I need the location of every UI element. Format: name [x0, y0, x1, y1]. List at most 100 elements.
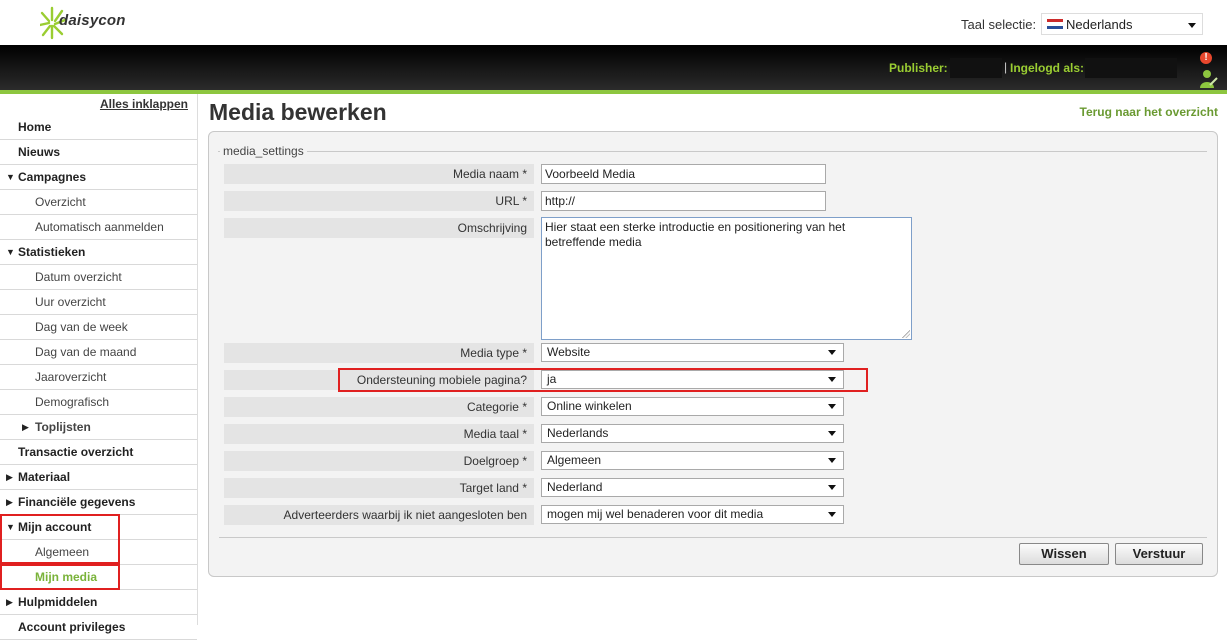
- user-icon[interactable]: [1198, 69, 1218, 89]
- sidebar-item-campagnes[interactable]: ▼ Campagnes: [0, 165, 197, 190]
- category-select[interactable]: Online winkelen: [541, 397, 844, 416]
- target-country-select[interactable]: Nederland: [541, 478, 844, 497]
- sidebar-item-label: Toplijsten: [35, 420, 91, 434]
- sidebar-item-nieuws[interactable]: Nieuws: [0, 140, 197, 165]
- fieldset-legend: media_settings: [220, 144, 307, 158]
- category-value: Online winkelen: [547, 399, 632, 413]
- media-type-value: Website: [547, 345, 591, 359]
- chevron-down-icon: [828, 350, 836, 355]
- sidebar-item-dag-van-de-maand[interactable]: Dag van de maand: [0, 340, 197, 365]
- url-label: URL *: [224, 191, 534, 211]
- dutch-flag-icon: [1047, 19, 1063, 29]
- chevron-down-icon: [828, 485, 836, 490]
- sidebar-item-hulpmiddelen[interactable]: ▶ Hulpmiddelen: [0, 590, 197, 615]
- sidebar-item-uur-overzicht[interactable]: Uur overzicht: [0, 290, 197, 315]
- sidebar-item-datum-overzicht[interactable]: Datum overzicht: [0, 265, 197, 290]
- sidebar-item-label: Home: [18, 120, 52, 134]
- logo-text[interactable]: daisycon: [59, 12, 126, 29]
- sidebar-item-label: Materiaal: [18, 470, 71, 484]
- sidebar-item-label: Dag van de maand: [35, 345, 137, 359]
- submit-button[interactable]: Verstuur: [1115, 543, 1203, 565]
- target-group-label: Doelgroep *: [224, 451, 534, 471]
- target-group-value: Algemeen: [547, 453, 602, 467]
- sidebar-item-label: Transactie overzicht: [18, 445, 134, 459]
- media-language-label: Media taal *: [224, 424, 534, 444]
- advertisers-value: mogen mij wel benaderen voor dit media: [547, 507, 764, 521]
- button-divider: [219, 537, 1207, 538]
- target-country-value: Nederland: [547, 480, 603, 494]
- sidebar-item-label: Uur overzicht: [35, 295, 106, 309]
- sidebar-item-account-privileges[interactable]: Account privileges: [0, 615, 197, 640]
- target-group-select[interactable]: Algemeen: [541, 451, 844, 470]
- sidebar-item-label: Automatisch aanmelden: [35, 220, 164, 234]
- publisher-label: Publisher:: [889, 61, 948, 75]
- chevron-down-icon: [828, 458, 836, 463]
- sidebar-item-dag-van-de-week[interactable]: Dag van de week: [0, 315, 197, 340]
- chevron-right-icon: ▶: [6, 472, 13, 482]
- sidebar-item-label: Dag van de week: [35, 320, 128, 334]
- media-name-input[interactable]: Voorbeeld Media: [541, 164, 826, 184]
- sidebar-item-label: Jaaroverzicht: [35, 370, 107, 384]
- fieldset-border: [218, 151, 1207, 152]
- sidebar-item-label: Nieuws: [18, 145, 61, 159]
- account-bar: Publisher: | Ingelogd als: !: [0, 45, 1227, 90]
- sidebar-item-statistieken[interactable]: ▼ Statistieken: [0, 240, 197, 265]
- sidebar-item-financi-le-gegevens[interactable]: ▶ Financiële gegevens: [0, 490, 197, 515]
- media-type-label: Media type *: [224, 343, 534, 363]
- advertisers-select[interactable]: mogen mij wel benaderen voor dit media: [541, 505, 844, 524]
- sidebar-item-jaaroverzicht[interactable]: Jaaroverzicht: [0, 365, 197, 390]
- language-value: Nederlands: [1066, 17, 1133, 32]
- sidebar-item-overzicht[interactable]: Overzicht: [0, 190, 197, 215]
- resize-handle-icon[interactable]: [902, 330, 910, 338]
- language-label: Taal selectie:: [961, 17, 1037, 32]
- separator: |: [1004, 60, 1008, 74]
- chevron-down-icon: ▼: [6, 247, 15, 257]
- chevron-right-icon: ▶: [6, 497, 13, 507]
- highlight-my-media: [0, 564, 120, 590]
- chevron-down-icon: [828, 431, 836, 436]
- chevron-down-icon: [1188, 23, 1196, 28]
- chevron-down-icon: ▼: [6, 172, 15, 182]
- chevron-down-icon: [828, 404, 836, 409]
- publisher-value: [950, 58, 1002, 78]
- sidebar-item-label: Campagnes: [18, 170, 87, 184]
- chevron-right-icon: ▶: [6, 597, 13, 607]
- media-language-select[interactable]: Nederlands: [541, 424, 844, 443]
- sidebar-item-automatisch-aanmelden[interactable]: Automatisch aanmelden: [0, 215, 197, 240]
- chevron-down-icon: [828, 512, 836, 517]
- chevron-right-icon: ▶: [22, 422, 29, 432]
- sidebar-item-label: Demografisch: [35, 395, 110, 409]
- sidebar-item-label: Datum overzicht: [35, 270, 122, 284]
- page-title: Media bewerken: [209, 99, 387, 125]
- category-label: Categorie *: [224, 397, 534, 417]
- language-select[interactable]: Nederlands: [1041, 13, 1203, 35]
- sidebar-item-demografisch[interactable]: Demografisch: [0, 390, 197, 415]
- logged-in-label: Ingelogd als:: [1010, 61, 1085, 75]
- logged-in-value: [1085, 58, 1177, 78]
- sidebar-item-label: Overzicht: [35, 195, 86, 209]
- clear-button[interactable]: Wissen: [1019, 543, 1109, 565]
- sidebar-item-home[interactable]: Home: [0, 115, 197, 140]
- media-type-select[interactable]: Website: [541, 343, 844, 362]
- back-to-overview-link[interactable]: Terug naar het overzicht: [1080, 105, 1218, 119]
- media-name-label: Media naam *: [224, 164, 534, 184]
- sidebar-item-label: Account privileges: [18, 620, 126, 634]
- highlight-mobile-support: [338, 368, 868, 392]
- sidebar-item-materiaal[interactable]: ▶ Materiaal: [0, 465, 197, 490]
- sidebar-item-label: Statistieken: [18, 245, 86, 259]
- top-bar: daisycon Taal selectie: Nederlands: [0, 0, 1227, 45]
- sidebar-item-transactie-overzicht[interactable]: Transactie overzicht: [0, 440, 197, 465]
- description-textarea[interactable]: Hier staat een sterke introductie en pos…: [541, 217, 912, 340]
- sidebar-item-label: Financiële gegevens: [18, 495, 136, 509]
- sidebar-item-toplijsten[interactable]: ▶ Toplijsten: [0, 415, 197, 440]
- highlight-my-account: [0, 514, 120, 564]
- description-label: Omschrijving: [224, 218, 534, 238]
- description-text: Hier staat een sterke introductie en pos…: [545, 220, 849, 249]
- collapse-all-link[interactable]: Alles inklappen: [100, 97, 188, 111]
- sidebar-item-label: Hulpmiddelen: [18, 595, 98, 609]
- url-input[interactable]: http://: [541, 191, 826, 211]
- media-language-value: Nederlands: [547, 426, 609, 440]
- advertisers-label: Adverteerders waarbij ik niet aangeslote…: [224, 505, 534, 525]
- alert-icon[interactable]: !: [1200, 52, 1212, 64]
- target-country-label: Target land *: [224, 478, 534, 498]
